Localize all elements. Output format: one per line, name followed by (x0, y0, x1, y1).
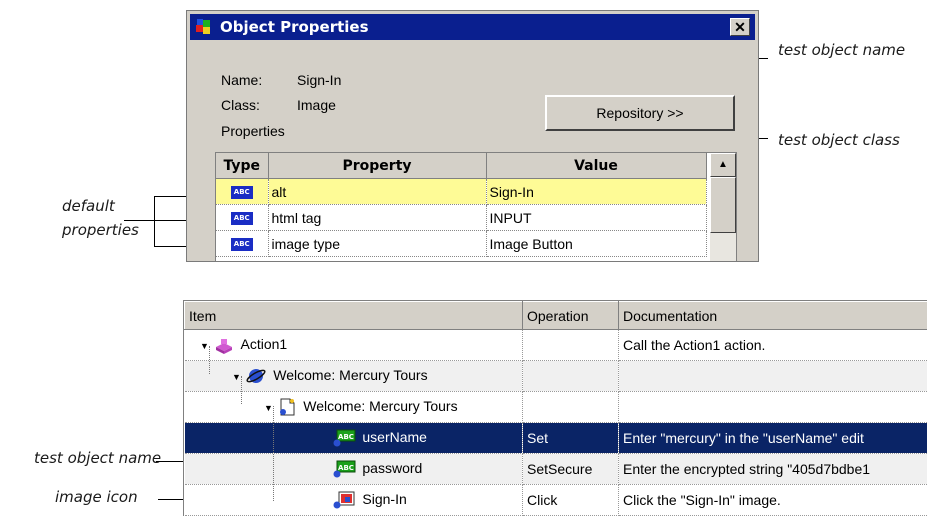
close-button[interactable]: ✕ (730, 18, 750, 36)
callout-default-properties: default properties (62, 194, 139, 242)
item-label: Action1 (241, 336, 288, 352)
callout-test-object-name-top: test object name (778, 41, 905, 59)
tree-guide-line (241, 376, 242, 404)
operation-cell[interactable]: Click (523, 485, 619, 516)
property-value[interactable]: INPUT (486, 205, 706, 231)
dialog-titlebar: Object Properties ✕ (190, 14, 755, 40)
column-header-type[interactable]: Type (216, 153, 268, 179)
image-icon (332, 491, 356, 509)
operation-cell[interactable] (523, 361, 619, 392)
dialog-title: Object Properties (220, 18, 369, 36)
documentation-cell (619, 392, 927, 423)
column-header-value[interactable]: Value (486, 153, 706, 179)
scroll-thumb[interactable] (710, 177, 736, 233)
item-label: userName (362, 429, 427, 445)
object-cube-icon (195, 18, 213, 36)
keyword-view-grid: Item Operation Documentation ▼ Action1 (183, 300, 927, 516)
property-value[interactable]: Sign-In (486, 179, 706, 205)
documentation-cell: Enter "mercury" in the "userName" edit (619, 423, 927, 454)
property-name: image type (268, 231, 486, 257)
property-name: html tag (268, 205, 486, 231)
table-row[interactable]: ABC userName Set Enter "mercury" in the … (185, 423, 927, 454)
column-header-item[interactable]: Item (185, 302, 523, 330)
string-type-icon: ABC (231, 238, 253, 251)
documentation-cell: Call the Action1 action. (619, 330, 927, 361)
svg-text:ABC: ABC (338, 433, 354, 441)
class-value: Image (297, 97, 336, 113)
callout-default-line2: properties (62, 221, 139, 239)
scroll-up-arrow-icon[interactable]: ▲ (710, 153, 736, 177)
table-row[interactable]: ABC password SetSecure Enter the encrypt… (185, 454, 927, 485)
callout-image-icon: image icon (55, 488, 138, 506)
name-label: Name: (221, 72, 262, 88)
table-row[interactable]: ▼ Action1 Call the Action1 action. (185, 330, 927, 361)
svg-text:ABC: ABC (338, 464, 354, 472)
property-row[interactable]: ABC image type Image Button (216, 231, 706, 257)
operation-cell[interactable] (523, 392, 619, 423)
callout-test-object-name-bottom: test object name (34, 449, 161, 467)
operation-cell[interactable] (523, 330, 619, 361)
tree-guide-line (273, 406, 274, 501)
column-header-operation[interactable]: Operation (523, 302, 619, 330)
property-row[interactable]: ABC html tag INPUT (216, 205, 706, 231)
properties-grid: Type Property Value ABC alt Sign-In ABC … (215, 152, 737, 262)
item-label: Welcome: Mercury Tours (273, 367, 427, 383)
table-row[interactable]: Sign-In Click Click the "Sign-In" image. (185, 485, 927, 516)
properties-label: Properties (221, 123, 285, 139)
name-value: Sign-In (297, 72, 341, 88)
item-label: Welcome: Mercury Tours (303, 398, 457, 414)
page-icon (278, 398, 296, 416)
table-row[interactable]: ▼ Welcome: Mercury Tours (185, 361, 927, 392)
edit-field-icon: ABC (332, 460, 356, 478)
item-label: Sign-In (362, 491, 406, 507)
property-row[interactable]: ABC alt Sign-In (216, 179, 706, 205)
property-name: alt (268, 179, 486, 205)
object-properties-dialog: Object Properties ✕ Name: Sign-In Class:… (186, 10, 759, 262)
operation-cell[interactable]: SetSecure (523, 454, 619, 485)
string-type-icon: ABC (231, 212, 253, 225)
class-label: Class: (221, 97, 260, 113)
operation-cell[interactable]: Set (523, 423, 619, 454)
callout-default-line1: default (62, 197, 115, 215)
property-value[interactable]: Image Button (486, 231, 706, 257)
edit-field-icon: ABC (332, 429, 356, 447)
documentation-cell (619, 361, 927, 392)
repository-button[interactable]: Repository >> (545, 95, 735, 131)
table-row[interactable]: ▼ Welcome: Mercury Tours (185, 392, 927, 423)
callout-test-object-class: test object class (778, 131, 900, 149)
column-header-property[interactable]: Property (268, 153, 486, 179)
string-type-icon: ABC (231, 186, 253, 199)
column-header-documentation[interactable]: Documentation (619, 302, 927, 330)
action-icon (214, 338, 234, 354)
leader-line (154, 196, 155, 246)
browser-globe-icon (246, 367, 266, 385)
tree-guide-line (209, 346, 210, 374)
documentation-cell: Enter the encrypted string "405d7bdbe1 (619, 454, 927, 485)
item-label: password (362, 460, 422, 476)
documentation-cell: Click the "Sign-In" image. (619, 485, 927, 516)
vertical-scrollbar[interactable]: ▲ (710, 153, 736, 262)
